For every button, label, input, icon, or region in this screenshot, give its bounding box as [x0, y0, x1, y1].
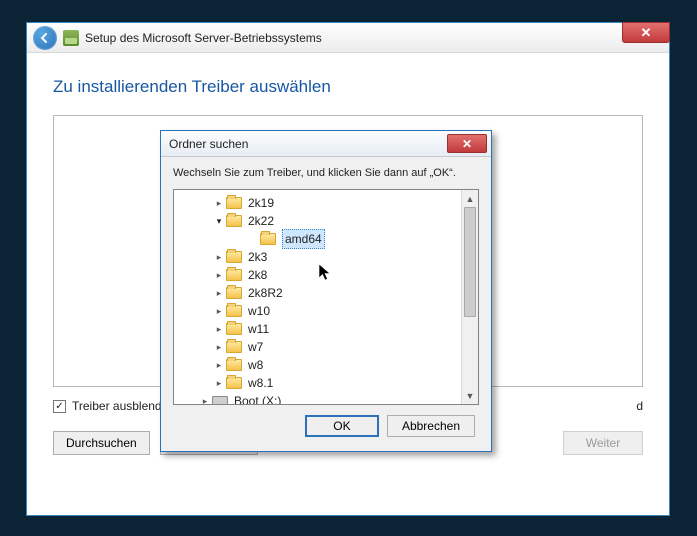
- folder-icon: [226, 287, 242, 299]
- dialog-titlebar: Ordner suchen ✕: [161, 131, 491, 157]
- folder-icon: [226, 251, 242, 263]
- tree-item-label: Boot (X:): [234, 392, 281, 405]
- tree-item-label: 2k8R2: [248, 284, 283, 302]
- trailing-text: d: [636, 399, 643, 413]
- tree-item[interactable]: ▸ 2k8R2: [176, 284, 476, 302]
- scrollbar[interactable]: ▲ ▼: [461, 190, 478, 404]
- folder-icon: [226, 269, 242, 281]
- dialog-title: Ordner suchen: [169, 137, 248, 151]
- tree-item[interactable]: ▸ Boot (X:): [176, 392, 476, 405]
- tree-item-label: w7: [248, 338, 263, 356]
- chevron-right-icon[interactable]: ▸: [212, 248, 226, 266]
- tree-item[interactable]: ▸ 2k3: [176, 248, 476, 266]
- chevron-right-icon[interactable]: ▸: [212, 320, 226, 338]
- tree-item[interactable]: ▸ w8: [176, 356, 476, 374]
- tree-item[interactable]: ▸ 2k19: [176, 194, 476, 212]
- scroll-up-button[interactable]: ▲: [462, 190, 478, 207]
- window-titlebar: Setup des Microsoft Server-Betriebssyste…: [27, 23, 669, 53]
- folder-icon: [226, 359, 242, 371]
- chevron-right-icon[interactable]: ▸: [212, 356, 226, 374]
- chevron-right-icon[interactable]: ▸: [212, 194, 226, 212]
- tree-item-label: 2k19: [248, 194, 274, 212]
- tree-item-label: amd64: [282, 229, 325, 249]
- close-button[interactable]: ✕: [622, 22, 670, 43]
- app-icon: [63, 30, 79, 46]
- scroll-track[interactable]: [462, 207, 478, 387]
- tree-item[interactable]: amd64: [176, 230, 476, 248]
- tree-item[interactable]: ▸ w7: [176, 338, 476, 356]
- tree-item[interactable]: ▸ w10: [176, 302, 476, 320]
- tree-item-label: w8: [248, 356, 263, 374]
- window-title: Setup des Microsoft Server-Betriebssyste…: [85, 31, 322, 45]
- tree-item-label: w10: [248, 302, 270, 320]
- tree-item[interactable]: ▸ 2k8: [176, 266, 476, 284]
- hide-drivers-label: Treiber ausblend: [72, 399, 162, 413]
- folder-icon: [226, 341, 242, 353]
- browse-button[interactable]: Durchsuchen: [53, 431, 150, 455]
- page-heading: Zu installierenden Treiber auswählen: [53, 77, 643, 97]
- tree-item[interactable]: ▸ w11: [176, 320, 476, 338]
- chevron-right-icon[interactable]: ▸: [198, 392, 212, 405]
- folder-icon: [226, 377, 242, 389]
- cancel-button[interactable]: Abbrechen: [387, 415, 475, 437]
- folder-icon: [226, 323, 242, 335]
- folder-tree[interactable]: ▸ 2k19 ▾ 2k22 amd64 ▸ 2k3 ▸ 2k8 ▸ 2k8R2 ▸ w10 ▸ w11 ▸ w7…: [173, 189, 479, 405]
- next-button[interactable]: Weiter: [563, 431, 643, 455]
- folder-icon: [260, 233, 276, 245]
- chevron-right-icon[interactable]: ▸: [212, 374, 226, 392]
- folder-icon: [226, 305, 242, 317]
- chevron-right-icon[interactable]: ▸: [212, 302, 226, 320]
- chevron-right-icon[interactable]: ▸: [212, 284, 226, 302]
- dialog-close-button[interactable]: ✕: [447, 134, 487, 153]
- back-button[interactable]: [33, 26, 57, 50]
- tree-item-label: w8.1: [248, 374, 273, 392]
- chevron-right-icon[interactable]: ▸: [212, 266, 226, 284]
- scroll-thumb[interactable]: [464, 207, 476, 317]
- tree-item-label: 2k8: [248, 266, 267, 284]
- tree-item[interactable]: ▸ w8.1: [176, 374, 476, 392]
- drive-icon: [212, 396, 228, 406]
- tree-item-label: 2k3: [248, 248, 267, 266]
- tree-item[interactable]: ▾ 2k22: [176, 212, 476, 230]
- chevron-right-icon[interactable]: ▸: [212, 338, 226, 356]
- tree-item-label: w11: [248, 320, 269, 338]
- chevron-down-icon[interactable]: ▾: [212, 212, 226, 230]
- ok-button[interactable]: OK: [305, 415, 379, 437]
- scroll-down-button[interactable]: ▼: [462, 387, 478, 404]
- folder-icon: [226, 215, 242, 227]
- folder-icon: [226, 197, 242, 209]
- hide-drivers-checkbox[interactable]: ✓: [53, 400, 66, 413]
- dialog-instruction: Wechseln Sie zum Treiber, und klicken Si…: [173, 167, 479, 179]
- browse-folder-dialog: Ordner suchen ✕ Wechseln Sie zum Treiber…: [160, 130, 492, 452]
- tree-item-label: 2k22: [248, 212, 274, 230]
